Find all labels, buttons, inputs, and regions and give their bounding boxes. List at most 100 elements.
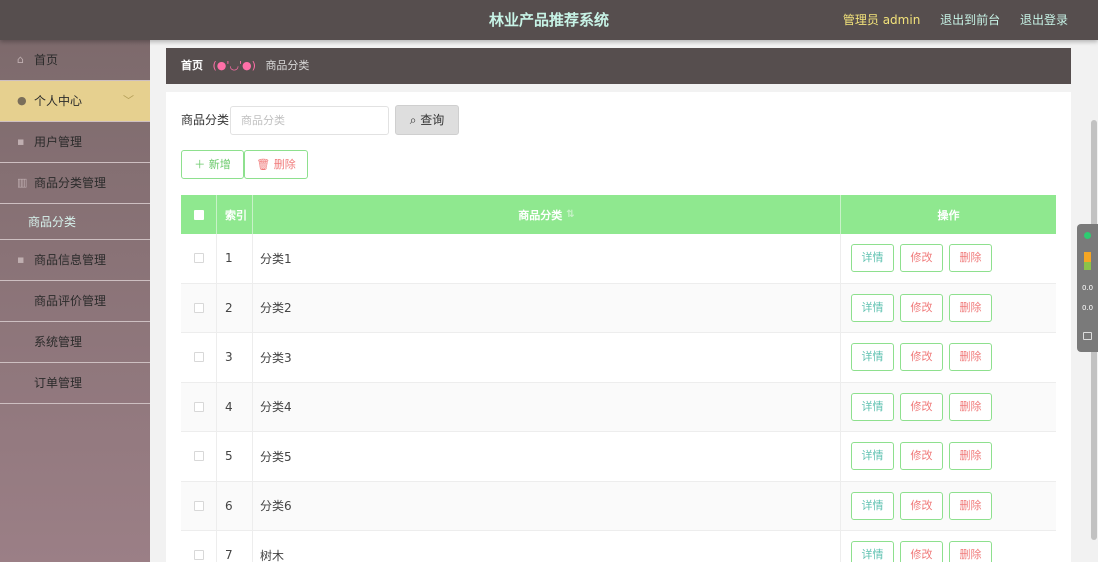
add-button[interactable]: ＋ 新增 bbox=[181, 150, 244, 179]
row-delete-button[interactable]: 删除 bbox=[949, 541, 992, 562]
sort-icon[interactable]: ⇅ bbox=[566, 209, 574, 220]
table-row: 2 分类2 详情 修改 删除 bbox=[181, 283, 1056, 333]
search-button-label: 查询 bbox=[420, 113, 445, 127]
detail-button[interactable]: 详情 bbox=[851, 491, 894, 520]
row-category-name: 分类1 bbox=[253, 234, 841, 283]
sidebar-item-personal-center[interactable]: ● 个人中心 ﹀ bbox=[0, 81, 150, 122]
row-ops: 详情 修改 删除 bbox=[841, 284, 1056, 333]
row-index: 2 bbox=[217, 283, 253, 332]
row-delete-button[interactable]: 删除 bbox=[949, 343, 992, 372]
sidebar-item-label: 商品信息管理 bbox=[34, 253, 107, 267]
sidebar-item-system-management[interactable]: 系统管理 bbox=[0, 322, 150, 363]
header-name-label: 商品分类 bbox=[518, 208, 563, 222]
edit-button[interactable]: 修改 bbox=[900, 293, 943, 322]
camera-icon[interactable] bbox=[1083, 332, 1092, 340]
delete-button-label: 删除 bbox=[273, 158, 296, 171]
edit-button[interactable]: 修改 bbox=[900, 343, 943, 372]
search-button[interactable]: ⌕ 查询 bbox=[395, 105, 459, 135]
row-check-cell bbox=[181, 432, 217, 481]
bar-icon bbox=[1084, 252, 1091, 262]
edit-button[interactable]: 修改 bbox=[900, 541, 943, 562]
breadcrumb: 首页 (●'◡'●) 商品分类 bbox=[166, 48, 1071, 84]
row-checkbox[interactable] bbox=[193, 302, 204, 313]
table-row: 3 分类3 详情 修改 删除 bbox=[181, 333, 1056, 383]
search-label: 商品分类 bbox=[181, 113, 230, 127]
detail-button[interactable]: 详情 bbox=[851, 541, 894, 562]
row-check-cell bbox=[181, 333, 217, 382]
row-checkbox[interactable] bbox=[193, 253, 204, 264]
category-icon: ▥ bbox=[17, 176, 28, 189]
detail-button[interactable]: 详情 bbox=[851, 343, 894, 372]
row-delete-button[interactable]: 删除 bbox=[949, 244, 992, 273]
sidebar-item-review-management[interactable]: 商品评价管理 bbox=[0, 281, 150, 322]
logout-link[interactable]: 退出登录 bbox=[1020, 13, 1068, 27]
row-check-cell bbox=[181, 234, 217, 283]
sidebar-item-order-management[interactable]: 订单管理 bbox=[0, 363, 150, 404]
header-name[interactable]: 商品分类 ⇅ bbox=[253, 195, 841, 234]
row-check-cell bbox=[181, 531, 217, 562]
sidebar-item-goods-management[interactable]: ▪ 商品信息管理 bbox=[0, 240, 150, 281]
row-delete-button[interactable]: 删除 bbox=[949, 442, 992, 471]
edit-button[interactable]: 修改 bbox=[900, 244, 943, 273]
home-icon: ⌂ bbox=[17, 53, 24, 66]
status-dot-icon bbox=[1084, 232, 1091, 239]
table-row: 1 分类1 详情 修改 删除 bbox=[181, 234, 1056, 284]
exit-to-front-link[interactable]: 退出到前台 bbox=[940, 13, 1000, 27]
sidebar-item-label: 商品评价管理 bbox=[34, 294, 107, 308]
select-all-checkbox[interactable] bbox=[193, 209, 204, 220]
sidebar-item-label: 首页 bbox=[34, 53, 59, 67]
table-header: 索引 商品分类 ⇅ 操作 bbox=[181, 195, 1056, 234]
row-checkbox[interactable] bbox=[193, 352, 204, 363]
header-ops: 操作 bbox=[937, 208, 960, 222]
batch-delete-button[interactable]: 🗑 删除 bbox=[244, 150, 308, 179]
sidebar-item-label: 商品分类管理 bbox=[34, 176, 107, 190]
row-checkbox[interactable] bbox=[193, 500, 204, 511]
detail-button[interactable]: 详情 bbox=[851, 293, 894, 322]
detail-button[interactable]: 详情 bbox=[851, 392, 894, 421]
row-delete-button[interactable]: 删除 bbox=[949, 392, 992, 421]
row-category-name: 树木 bbox=[253, 531, 841, 562]
edit-button[interactable]: 修改 bbox=[900, 442, 943, 471]
row-index: 1 bbox=[217, 234, 253, 283]
sidebar-item-user-management[interactable]: ▪ 用户管理 bbox=[0, 122, 150, 163]
edit-button[interactable]: 修改 bbox=[900, 392, 943, 421]
goods-icon: ▪ bbox=[17, 253, 25, 266]
row-ops: 详情 修改 删除 bbox=[841, 531, 1056, 562]
row-checkbox[interactable] bbox=[193, 451, 204, 462]
row-category-name: 分类6 bbox=[253, 481, 841, 530]
sidebar-item-category-management[interactable]: ▥ 商品分类管理 bbox=[0, 163, 150, 204]
row-delete-button[interactable]: 删除 bbox=[949, 491, 992, 520]
row-checkbox[interactable] bbox=[193, 401, 204, 412]
plus-icon: ＋ bbox=[194, 158, 206, 171]
row-ops: 详情 修改 删除 bbox=[841, 383, 1056, 432]
search-icon: ⌕ bbox=[409, 113, 417, 127]
table-row: 7 树木 详情 修改 删除 bbox=[181, 531, 1056, 562]
row-index: 6 bbox=[217, 481, 253, 530]
chevron-down-icon: ﹀ bbox=[123, 94, 134, 107]
row-checkbox[interactable] bbox=[193, 550, 204, 561]
table-row: 4 分类4 详情 修改 删除 bbox=[181, 382, 1056, 432]
row-ops: 详情 修改 删除 bbox=[841, 482, 1056, 531]
search-input[interactable] bbox=[230, 106, 389, 135]
widget-value-1: 0.0 bbox=[1082, 284, 1094, 292]
content-panel: 商品分类 ⌕ 查询 ＋ 新增 🗑 删除 索引 商品分类 ⇅ 操作 1分类1详 bbox=[166, 92, 1071, 562]
trash-icon: 🗑 bbox=[256, 158, 271, 171]
row-category-name: 分类5 bbox=[253, 432, 841, 481]
row-index: 3 bbox=[217, 333, 253, 382]
header-index: 索引 bbox=[217, 195, 253, 234]
table-row: 6 分类6 详情 修改 删除 bbox=[181, 481, 1056, 531]
sidebar-item-home[interactable]: ⌂ 首页 bbox=[0, 40, 150, 81]
table-body: 1 分类1 详情 修改 删除 2 分类2 详情 修改 删除 3 分类3 详情 修改 删除 4 分类4 详情 修改 删除… bbox=[181, 234, 1056, 562]
edit-button[interactable]: 修改 bbox=[900, 491, 943, 520]
breadcrumb-home[interactable]: 首页 bbox=[181, 59, 203, 72]
floating-monitor-widget[interactable]: 0.0 0.0 bbox=[1077, 224, 1098, 352]
header-right: 管理员 admin 退出到前台 退出登录 bbox=[827, 0, 1068, 40]
submenu-item-category[interactable]: 商品分类 bbox=[0, 204, 150, 240]
detail-button[interactable]: 详情 bbox=[851, 244, 894, 273]
sidebar-item-label: 用户管理 bbox=[34, 135, 83, 149]
row-delete-button[interactable]: 删除 bbox=[949, 293, 992, 322]
breadcrumb-current: 商品分类 bbox=[265, 59, 310, 72]
row-category-name: 分类4 bbox=[253, 382, 841, 431]
sidebar-item-label: 订单管理 bbox=[34, 376, 83, 390]
detail-button[interactable]: 详情 bbox=[851, 442, 894, 471]
